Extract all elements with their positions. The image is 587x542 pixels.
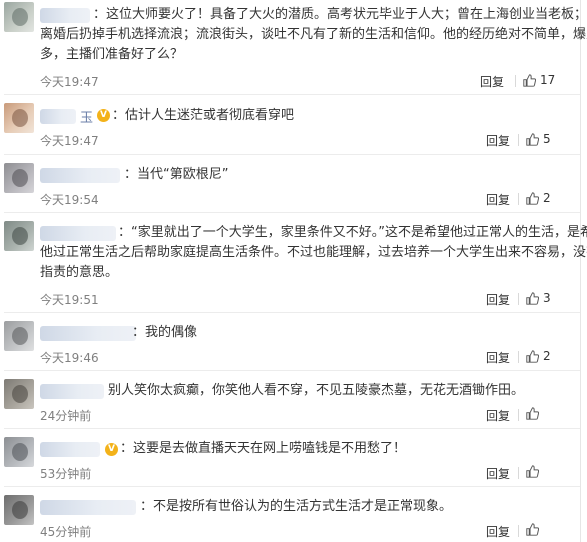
comment-time: 今天19:51 — [40, 293, 99, 307]
thumbs-up-icon — [526, 291, 539, 305]
comment-time: 24分钟前 — [40, 409, 92, 423]
reply-button[interactable]: 回复 — [480, 73, 504, 90]
comment-time: 今天19:47 — [40, 75, 99, 89]
like-count: 17 — [540, 73, 556, 87]
username[interactable] — [40, 109, 76, 124]
avatar[interactable] — [4, 221, 34, 251]
reply-button[interactable]: 回复 — [486, 465, 510, 482]
action-separator — [518, 293, 519, 305]
comment-text-line: ：我的偶像 — [132, 325, 198, 340]
like-button[interactable] — [526, 465, 543, 478]
comment-list: ：这位大师要火了！具备了大火的潜质。高考状元毕业于人大；曾在上海创业当老板； 离… — [0, 0, 587, 542]
comment-time: 今天19:46 — [40, 351, 99, 365]
comment-time: 今天19:54 — [40, 193, 99, 207]
reply-button[interactable]: 回复 — [486, 407, 510, 424]
reply-button[interactable]: 回复 — [486, 191, 510, 208]
username[interactable] — [40, 8, 90, 23]
reply-button[interactable]: 回复 — [486, 132, 510, 149]
avatar[interactable] — [4, 163, 34, 193]
comment-item: ：这位大师要火了！具备了大火的潜质。高考状元毕业于人大；曾在上海创业当老板； 离… — [0, 0, 587, 95]
comment-text-line: ：不是按所有世俗认为的生活方式生活才是正常现象。 — [140, 499, 453, 514]
comment-item: ：当代“第欧根尼” 今天19:54 回复 2 — [0, 155, 581, 213]
verified-v-icon: V — [97, 109, 110, 122]
action-separator — [518, 351, 519, 363]
comment-item: 别人笑你太疯癫，你笑他人看不穿，不见五陵豪杰墓，无花无酒锄作田。 24分钟前 回… — [0, 371, 581, 429]
thumbs-up-icon — [526, 191, 539, 205]
comment-item: V ：这要是去做直播天天在网上唠嗑钱是不用愁了！ 53分钟前 回复 — [0, 429, 581, 487]
thumbs-up-icon — [526, 349, 539, 363]
like-button[interactable]: 5 — [526, 132, 551, 146]
comment-text-line: 别人笑你太疯癫，你笑他人看不穿，不见五陵豪杰墓，无花无酒锄作田。 — [108, 383, 525, 398]
reply-button[interactable]: 回复 — [486, 349, 510, 366]
comment-time: 45分钟前 — [40, 525, 92, 539]
comment-item: ：我的偶像 今天19:46 回复 2 — [0, 313, 581, 371]
username[interactable] — [40, 500, 136, 515]
comment-time: 今天19:47 — [40, 134, 99, 148]
comment-text-line: ：当代“第欧根尼” — [124, 167, 229, 182]
username-visible[interactable]: 玉 — [80, 107, 93, 126]
avatar[interactable] — [4, 379, 34, 409]
like-button[interactable]: 2 — [526, 349, 551, 363]
avatar[interactable] — [4, 2, 34, 32]
like-count: 2 — [543, 191, 551, 205]
action-separator — [518, 467, 519, 479]
username[interactable] — [40, 326, 136, 341]
comment-text-line: 他过正常生活之后帮助家庭提高生活条件。不过也能理解，过去培养一个大学生出来不容易… — [40, 245, 587, 260]
username[interactable] — [40, 168, 120, 183]
action-separator — [518, 134, 519, 146]
username[interactable] — [40, 384, 104, 399]
thumbs-up-icon — [526, 465, 539, 478]
like-button[interactable] — [526, 407, 543, 420]
thumbs-up-icon — [526, 132, 539, 146]
thumbs-up-icon — [526, 407, 539, 420]
action-separator — [515, 75, 516, 87]
thumbs-up-icon — [526, 523, 539, 536]
like-count: 2 — [543, 349, 551, 363]
like-button[interactable]: 17 — [523, 73, 555, 87]
reply-button[interactable]: 回复 — [486, 523, 510, 540]
action-separator — [518, 193, 519, 205]
username[interactable] — [40, 442, 100, 457]
comment-text-line: ：估计人生迷茫或者彻底看穿吧 — [112, 108, 295, 123]
like-count: 5 — [543, 132, 551, 146]
comment-text-line: ：这位大师要火了！具备了大火的潜质。高考状元毕业于人大；曾在上海创业当老板； — [93, 7, 587, 22]
comment-text-line: ：这要是去做直播天天在网上唠嗑钱是不用愁了！ — [120, 441, 407, 456]
like-button[interactable]: 3 — [526, 291, 551, 305]
username[interactable] — [40, 226, 116, 241]
comment-item: ：不是按所有世俗认为的生活方式生活才是正常现象。 45分钟前 回复 — [0, 487, 581, 542]
thumbs-up-icon — [523, 73, 536, 87]
like-count: 3 — [543, 291, 551, 305]
comment-text-line: 离婚后扔掉手机选择流浪；流浪街头，谈吐不凡有了新的生活和信仰。他的经历绝对不简单… — [40, 27, 587, 42]
verified-v-icon: V — [105, 443, 118, 456]
avatar[interactable] — [4, 321, 34, 351]
comment-time: 53分钟前 — [40, 467, 92, 481]
action-separator — [518, 525, 519, 537]
comment-item: 玉 V ：估计人生迷茫或者彻底看穿吧 今天19:47 回复 5 — [0, 95, 581, 155]
like-button[interactable]: 2 — [526, 191, 551, 205]
avatar[interactable] — [4, 437, 34, 467]
comment-text-line: 指责的意思。 — [40, 265, 119, 280]
action-separator — [518, 409, 519, 421]
comment-item: ：“家里就出了一个大学生，家里条件又不好。”这不是希望他过正常人的生活，是希望 … — [0, 213, 587, 313]
avatar[interactable] — [4, 103, 34, 133]
comment-text-line: 多，主播们准备好了么？ — [40, 47, 184, 62]
comment-text-line: ：“家里就出了一个大学生，家里条件又不好。”这不是希望他过正常人的生活，是希望 — [118, 225, 587, 240]
avatar[interactable] — [4, 495, 34, 525]
reply-button[interactable]: 回复 — [486, 291, 510, 308]
like-button[interactable] — [526, 523, 543, 536]
